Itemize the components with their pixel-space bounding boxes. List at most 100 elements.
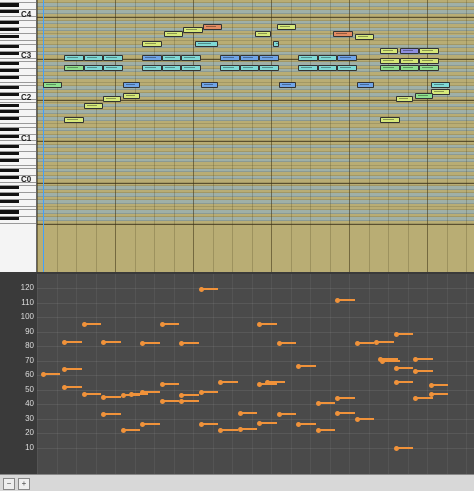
midi-note[interactable] [83,54,104,61]
midi-note[interactable] [415,92,433,99]
black-key[interactable] [0,3,19,7]
midi-note[interactable] [278,82,297,89]
midi-note[interactable] [142,40,162,47]
velocity-bar[interactable] [239,411,258,414]
velocity-bar[interactable] [395,381,414,384]
black-key[interactable] [0,103,19,107]
velocity-bar[interactable] [415,369,433,372]
midi-note[interactable] [333,30,353,37]
midi-note[interactable] [272,40,279,47]
velocity-bar[interactable] [337,397,355,400]
velocity-bar[interactable] [382,359,400,362]
midi-note[interactable] [220,54,240,61]
black-key[interactable] [0,217,19,221]
black-key[interactable] [0,110,19,114]
black-key[interactable] [0,34,19,38]
velocity-bar[interactable] [267,381,285,384]
midi-note[interactable] [298,65,318,72]
velocity-bar[interactable] [337,411,355,414]
velocity-bar[interactable] [220,429,238,432]
midi-note[interactable] [142,54,162,61]
midi-note[interactable] [419,58,439,65]
midi-note[interactable] [337,54,357,61]
midi-note[interactable] [64,116,84,123]
midi-note[interactable] [194,40,219,47]
midi-note[interactable] [255,30,271,37]
midi-note[interactable] [122,82,141,89]
midi-note[interactable] [380,65,400,72]
velocity-grid[interactable] [37,274,474,474]
velocity-bar[interactable] [181,342,199,345]
midi-note[interactable] [161,54,182,61]
velocity-bar[interactable] [356,417,375,420]
midi-note[interactable] [122,92,141,99]
black-key[interactable] [0,10,19,14]
black-key[interactable] [0,151,19,155]
midi-note[interactable] [161,65,182,72]
midi-note[interactable] [380,116,400,123]
black-key[interactable] [0,127,19,131]
velocity-bar[interactable] [142,423,160,426]
midi-note[interactable] [239,65,260,72]
black-key[interactable] [0,20,19,24]
velocity-bar[interactable] [415,358,433,361]
velocity-bar[interactable] [103,413,121,416]
velocity-bar[interactable] [298,365,316,368]
velocity-bar[interactable] [103,395,121,398]
velocity-bar[interactable] [220,381,238,384]
black-key[interactable] [0,44,19,48]
velocity-bar[interactable] [317,429,336,432]
midi-note[interactable] [64,65,84,72]
midi-note[interactable] [298,54,318,61]
midi-note[interactable] [103,96,121,103]
midi-note[interactable] [259,54,279,61]
midi-note[interactable] [200,82,219,89]
black-key[interactable] [0,69,19,73]
black-key[interactable] [0,210,19,214]
midi-note[interactable] [399,65,420,72]
velocity-bar[interactable] [142,391,160,394]
zoom-out-icon[interactable]: − [3,478,15,490]
velocity-bar[interactable] [395,446,414,449]
midi-note[interactable] [163,30,184,37]
velocity-bar[interactable] [103,340,121,343]
midi-note[interactable] [276,23,297,30]
midi-note[interactable] [430,82,451,89]
velocity-bar[interactable] [64,340,82,343]
midi-note[interactable] [239,54,260,61]
black-key[interactable] [0,144,19,148]
velocity-bar[interactable] [317,401,336,404]
piano-keyboard[interactable]: C4 C3 C2 C1 C0 [0,0,37,272]
velocity-bar[interactable] [278,342,297,345]
midi-note[interactable] [430,89,451,96]
velocity-bar[interactable] [42,372,61,375]
black-key[interactable] [0,27,19,31]
midi-note[interactable] [103,54,123,61]
midi-note[interactable] [83,65,104,72]
velocity-bar[interactable] [259,421,277,424]
black-key[interactable] [0,93,19,97]
midi-note[interactable] [395,96,414,103]
velocity-bar[interactable] [415,397,433,400]
midi-note[interactable] [181,65,201,72]
midi-note[interactable] [259,65,279,72]
black-key[interactable] [0,62,19,66]
velocity-bar[interactable] [337,298,355,301]
velocity-bar[interactable] [430,392,449,395]
black-key[interactable] [0,193,19,197]
midi-note[interactable] [419,47,439,54]
midi-note[interactable] [317,54,338,61]
velocity-bar[interactable] [64,368,82,371]
velocity-bar[interactable] [278,413,297,416]
midi-note[interactable] [354,34,375,40]
black-key[interactable] [0,169,19,173]
velocity-bar[interactable] [181,400,199,403]
velocity-bar[interactable] [259,323,277,326]
velocity-bar[interactable] [395,333,414,336]
midi-note[interactable] [380,47,398,54]
velocity-bar[interactable] [161,323,180,326]
black-key[interactable] [0,117,19,121]
zoom-in-icon[interactable]: + [18,478,30,490]
velocity-bar[interactable] [395,366,414,369]
velocity-bar[interactable] [200,423,219,426]
